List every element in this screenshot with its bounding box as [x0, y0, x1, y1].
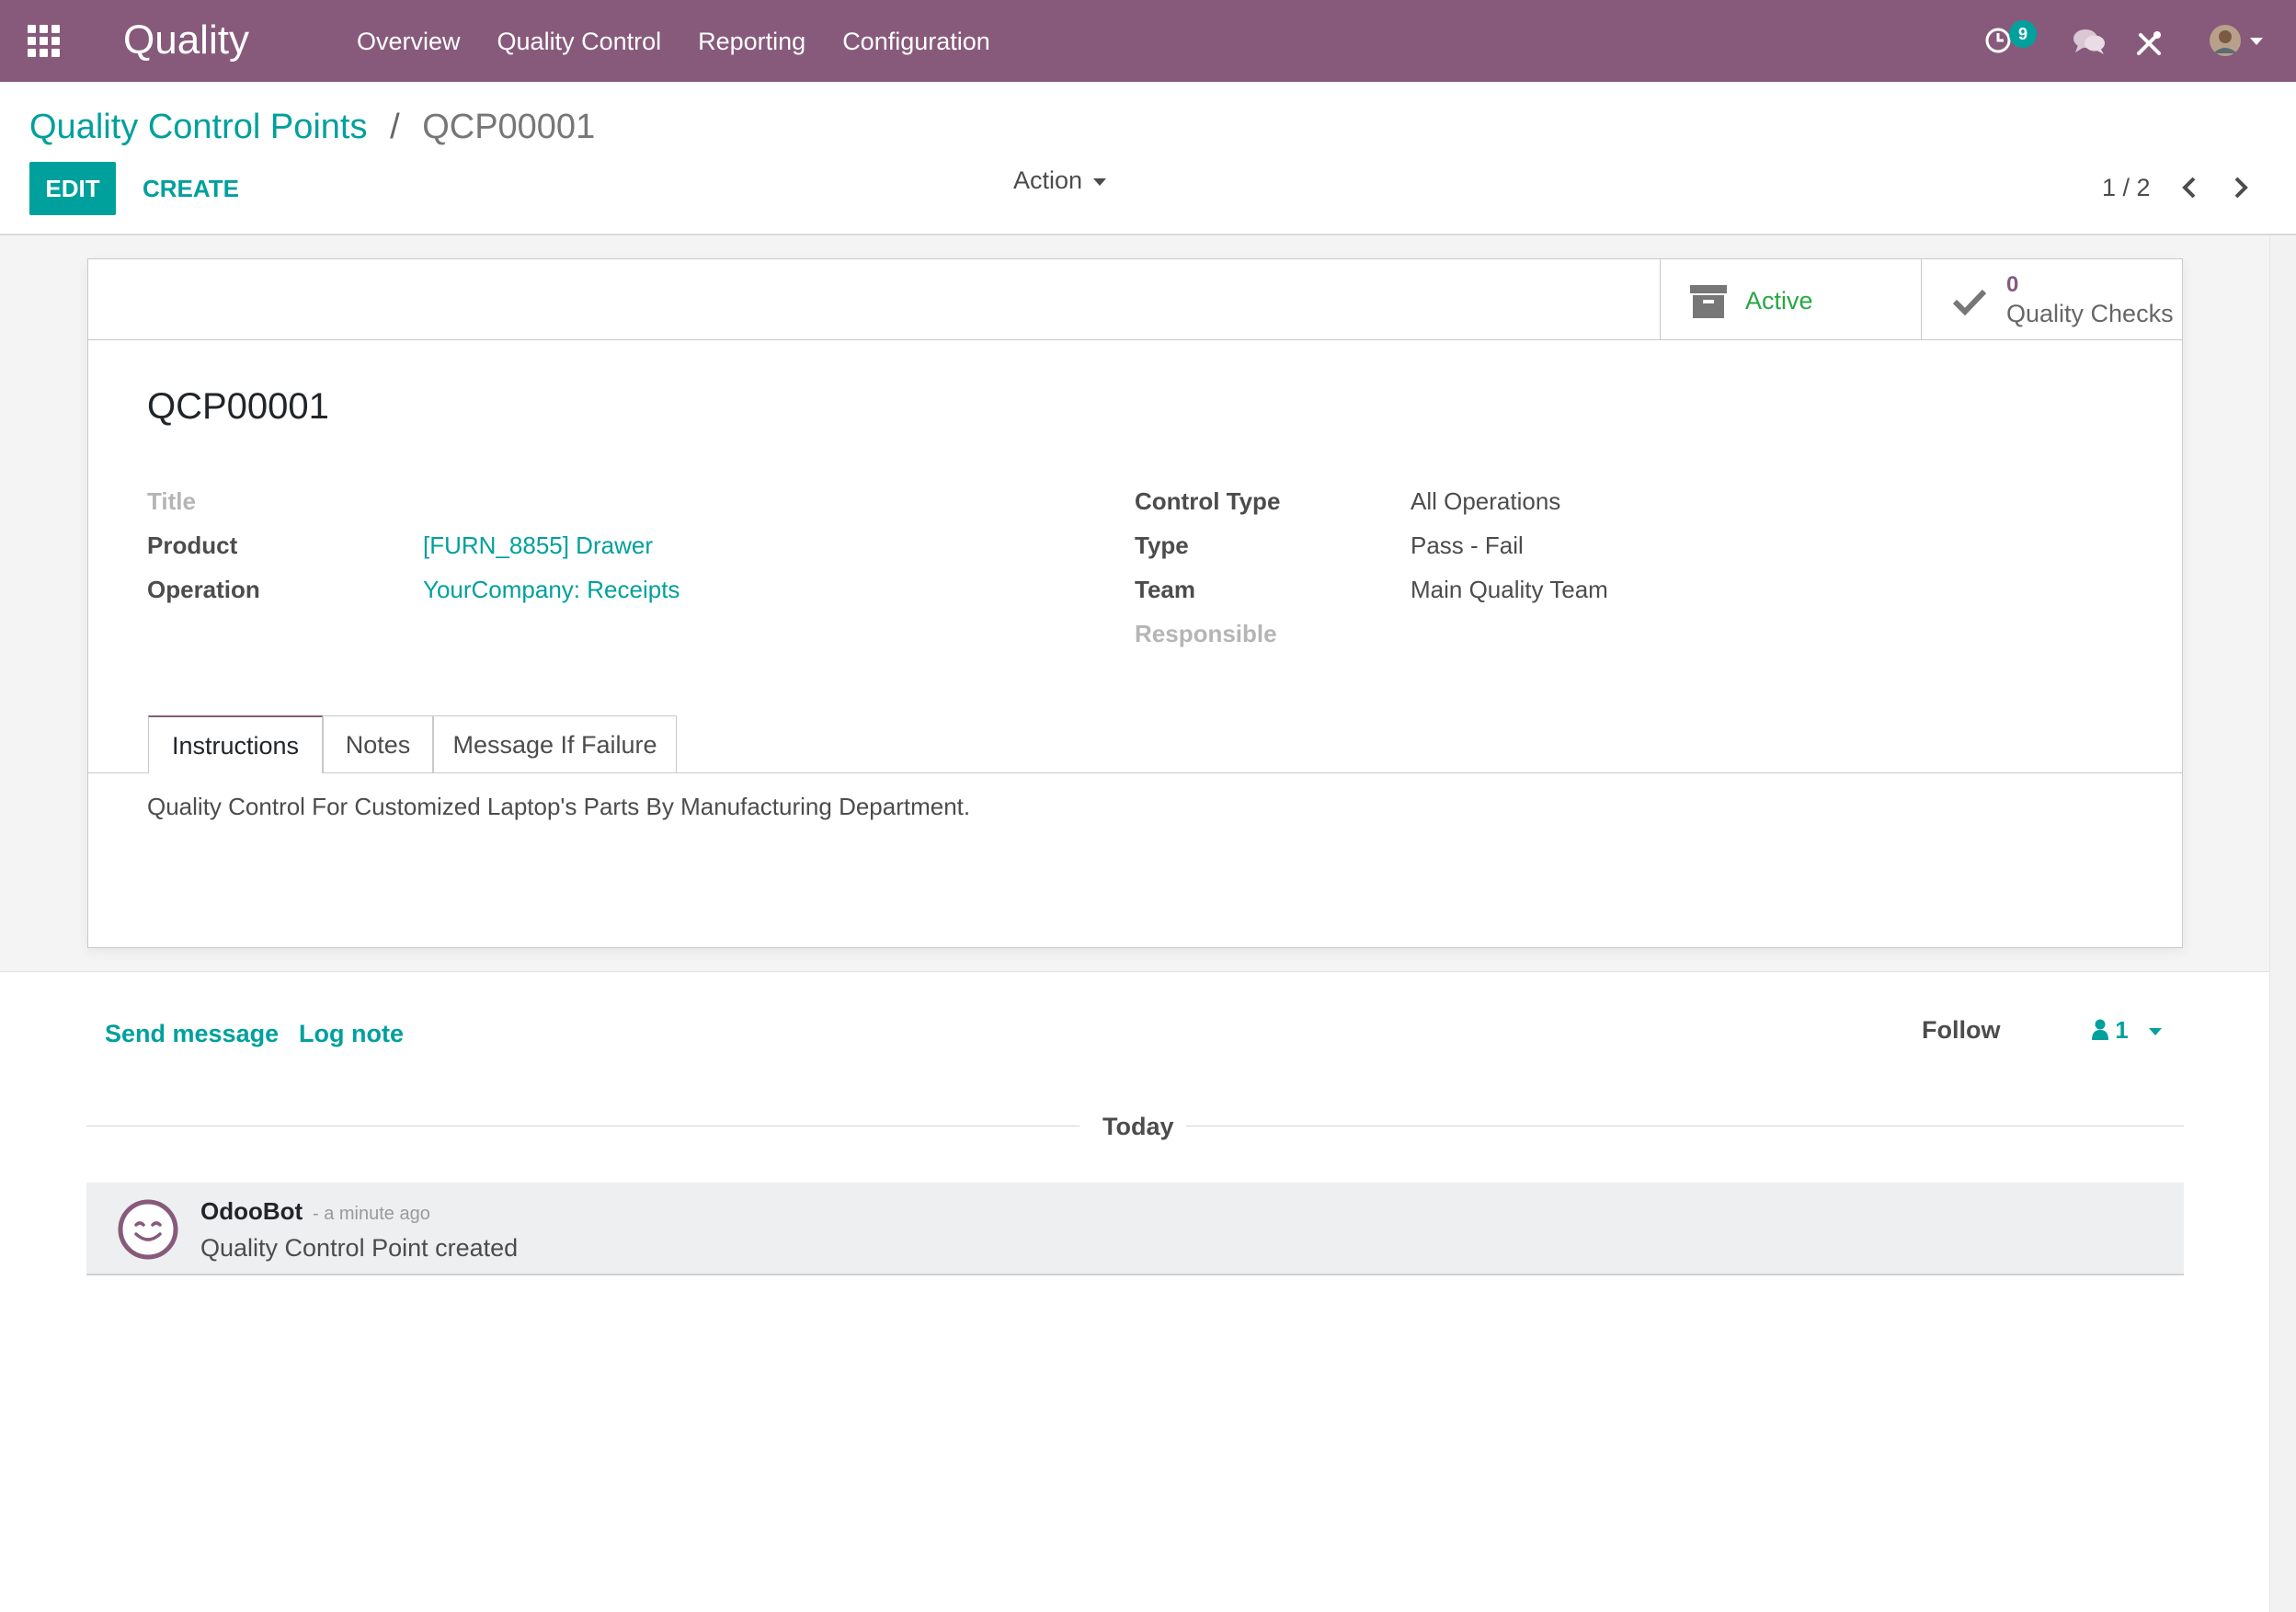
- menu-item-reporting[interactable]: Reporting: [698, 24, 805, 59]
- follow-button[interactable]: Follow: [1922, 1013, 2000, 1046]
- type-label: Type: [1135, 532, 1189, 559]
- activity-count-badge: 9: [2009, 20, 2037, 48]
- followers-count: 1: [2115, 1016, 2129, 1044]
- quality-checks-button[interactable]: 0 Quality Checks: [1921, 259, 2182, 339]
- caret-down-icon: [2148, 1028, 2162, 1036]
- top-navbar: Quality Overview Quality Control Reporti…: [0, 0, 2296, 82]
- breadcrumb: Quality Control Points / QCP00001: [29, 103, 595, 151]
- create-button[interactable]: CREATE: [143, 162, 239, 215]
- log-note-button[interactable]: Log note: [299, 1017, 404, 1050]
- team-label: Team: [1135, 576, 1195, 603]
- responsible-label: Responsible: [1135, 620, 1277, 647]
- tab-notes[interactable]: Notes: [323, 715, 433, 772]
- team-value: Main Quality Team: [1411, 576, 1608, 603]
- edit-button[interactable]: EDIT: [29, 162, 116, 215]
- app-brand[interactable]: Quality: [123, 15, 249, 66]
- smart-button-box: Active 0 Quality Checks: [88, 259, 2182, 340]
- apps-grid-icon[interactable]: [28, 25, 61, 58]
- operation-label: Operation: [147, 576, 260, 603]
- instructions-text: Quality Control For Customized Laptop's …: [147, 793, 971, 820]
- record-name: QCP00001: [147, 386, 329, 427]
- title-label: Title: [147, 487, 196, 515]
- notebook-tabs: Instructions Notes Message If Failure: [88, 715, 2182, 773]
- chevron-right-icon: [2234, 177, 2248, 199]
- product-link[interactable]: [FURN_8855] Drawer: [423, 530, 653, 561]
- menu-item-configuration[interactable]: Configuration: [842, 24, 990, 59]
- breadcrumb-current: QCP00001: [422, 108, 596, 146]
- control-type-value: All Operations: [1411, 487, 1561, 515]
- action-dropdown-label: Action: [1013, 166, 1083, 194]
- message-body: Quality Control Point created: [200, 1234, 519, 1262]
- action-dropdown[interactable]: Action: [1013, 162, 1107, 199]
- chat-bubbles-icon[interactable]: [2073, 28, 2106, 60]
- check-icon: [1952, 289, 1987, 316]
- tab-instructions[interactable]: Instructions: [148, 715, 323, 773]
- menu-item-overview[interactable]: Overview: [357, 24, 461, 59]
- pager-value[interactable]: 1 / 2: [2102, 171, 2151, 204]
- type-value: Pass - Fail: [1411, 532, 1524, 559]
- form-chatter-divider: [0, 971, 2269, 972]
- chevron-left-icon: [2182, 177, 2196, 199]
- active-label: Active: [1745, 287, 1813, 314]
- control-type-label: Control Type: [1135, 487, 1281, 515]
- message-author[interactable]: OdooBot: [200, 1195, 303, 1227]
- scrollbar[interactable]: [2269, 235, 2296, 1612]
- tab-message-if-failure[interactable]: Message If Failure: [433, 715, 677, 772]
- chatter-message: OdooBot - a minute ago Quality Control P…: [86, 1183, 2184, 1275]
- product-label: Product: [147, 532, 238, 559]
- date-separator-label: Today: [1102, 1113, 1174, 1140]
- message-date: - a minute ago: [313, 1204, 430, 1224]
- pager-previous-button[interactable]: [2174, 171, 2207, 204]
- archive-icon: [1690, 285, 1727, 318]
- pager-next-button[interactable]: [2223, 171, 2256, 204]
- quality-checks-label: Quality Checks: [2006, 300, 2174, 327]
- breadcrumb-separator: /: [390, 108, 400, 146]
- quality-checks-count: 0: [2006, 272, 2019, 297]
- caret-down-icon: [1093, 177, 1107, 186]
- user-icon: [2092, 1019, 2108, 1040]
- odoobot-avatar: [118, 1199, 178, 1260]
- debug-tools-icon[interactable]: [2135, 29, 2163, 62]
- send-message-button[interactable]: Send message: [105, 1017, 279, 1050]
- form-sheet: Active 0 Quality Checks QCP00001 Title P…: [87, 258, 2183, 948]
- breadcrumb-parent-link[interactable]: Quality Control Points: [29, 108, 368, 146]
- menu-item-quality-control[interactable]: Quality Control: [497, 24, 662, 59]
- active-toggle-button[interactable]: Active: [1660, 259, 1921, 339]
- main-menu: Overview Quality Control Reporting Confi…: [357, 24, 990, 59]
- operation-link[interactable]: YourCompany: Receipts: [423, 574, 680, 605]
- followers-dropdown[interactable]: 1: [2092, 1012, 2162, 1048]
- user-avatar[interactable]: [2209, 22, 2273, 63]
